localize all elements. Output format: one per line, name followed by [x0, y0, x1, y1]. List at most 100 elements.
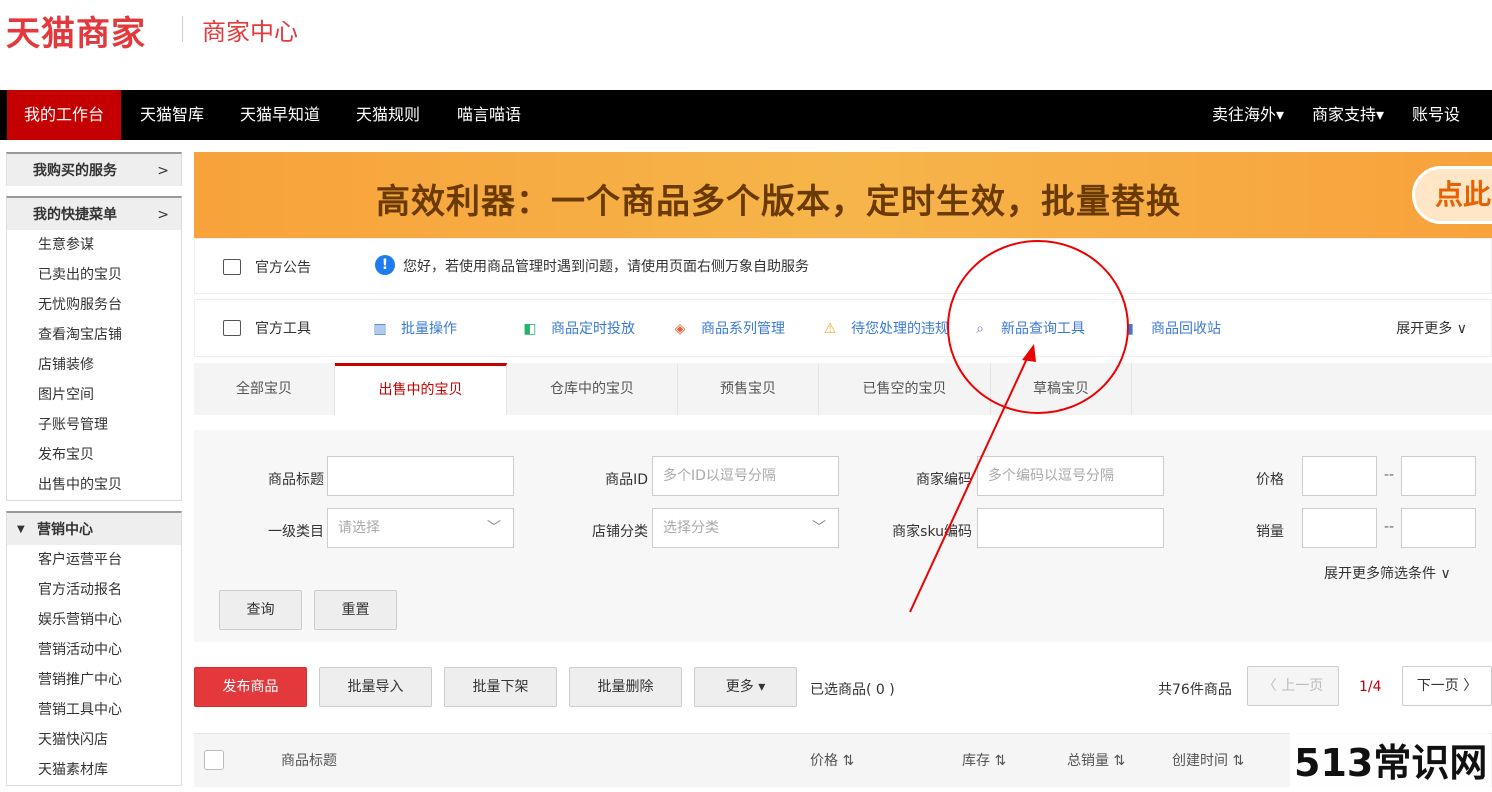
sales-min-input[interactable] [1302, 508, 1377, 548]
shop-category-select[interactable]: 选择分类 ﹀ [652, 508, 839, 548]
sidebar-item[interactable]: 已卖出的宝贝 [7, 260, 181, 290]
tab-sold-out[interactable]: 已售空的宝贝 [819, 363, 991, 415]
caret-down-icon: ▼ [17, 524, 25, 535]
id-input[interactable]: 多个ID以逗号分隔 [652, 456, 839, 496]
nav-overseas[interactable]: 卖往海外▾ [1195, 90, 1301, 140]
cube-icon: ◈ [674, 321, 686, 337]
filter-panel: 商品标题 商品ID 多个ID以逗号分隔 商家编码 多个编码以逗号分隔 价格 --… [194, 430, 1492, 642]
select-all-checkbox[interactable] [204, 750, 224, 770]
shop-category-label: 店铺分类 [592, 524, 648, 540]
selected-count: 已选商品( 0 ) [810, 682, 895, 698]
sidebar-item[interactable]: 店铺装修 [7, 350, 181, 380]
tool-recycle-bin[interactable]: ▮ 商品回收站 [1123, 318, 1221, 338]
col-title: 商品标题 [281, 753, 337, 769]
product-tabs: 全部宝贝 出售中的宝贝 仓库中的宝贝 预售宝贝 已售空的宝贝 草稿宝贝 [194, 363, 1492, 415]
tab-all[interactable]: 全部宝贝 [194, 363, 335, 415]
range-dash: -- [1384, 519, 1395, 535]
tool-label: 待您处理的违规 [851, 321, 949, 337]
tab-presale[interactable]: 预售宝贝 [678, 363, 819, 415]
expand-more-filters[interactable]: 展开更多筛选条件 ∨ [1324, 563, 1451, 583]
sidebar-quick-menu[interactable]: 我的快捷菜单 > [6, 196, 182, 230]
sidebar-item[interactable]: 无忧购服务台 [7, 290, 181, 320]
nav-workbench[interactable]: 我的工作台 [7, 90, 122, 140]
sidebar-item[interactable]: 子账号管理 [7, 410, 181, 440]
sidebar-item[interactable]: 出售中的宝贝 [7, 470, 181, 500]
tab-draft[interactable]: 草稿宝贝 [991, 363, 1132, 415]
page-title: 商家中心 [202, 18, 298, 46]
chevron-down-icon: ﹀ [812, 520, 826, 536]
col-stock[interactable]: 库存 ⇅ [962, 750, 1006, 770]
tool-violations[interactable]: ⚠ 待您处理的违规 [823, 318, 949, 338]
nav-account-settings[interactable]: 账号设置 [1395, 90, 1492, 174]
sidebar-item[interactable]: 营销活动中心 [7, 635, 181, 665]
sidebar-head-label: 我购买的服务 [33, 163, 117, 179]
col-total-sales[interactable]: 总销量 ⇅ [1067, 750, 1125, 770]
batch-delete-button[interactable]: 批量删除 [569, 667, 682, 707]
trash-icon: ▮ [1126, 321, 1134, 337]
tool-label: 批量操作 [401, 321, 457, 337]
sidebar-item[interactable]: 天猫素材库 [7, 755, 181, 785]
quick-menu-list: 生意参谋 已卖出的宝贝 无忧购服务台 查看淘宝店铺 店铺装修 图片空间 子账号管… [6, 230, 182, 501]
sidebar-item[interactable]: 图片空间 [7, 380, 181, 410]
notice-text[interactable]: 您好，若使用商品管理时遇到问题，请使用页面右侧万象自助服务 [403, 256, 809, 276]
nav-zhiku[interactable]: 天猫智库 [123, 90, 221, 140]
sidebar-item[interactable]: 生意参谋 [7, 230, 181, 260]
tool-batch-ops[interactable]: ▥ 批量操作 [373, 318, 457, 338]
top-header: 天猫商家 商家中心 [0, 0, 1492, 90]
tool-new-product-query[interactable]: ⌕ 新品查询工具 [973, 318, 1085, 338]
tool-series-manage[interactable]: ◈ 商品系列管理 [673, 318, 785, 338]
search-button[interactable]: 查询 [219, 590, 302, 630]
banner-button[interactable]: 点此 [1412, 166, 1492, 224]
tmall-logo[interactable]: 天猫商家 [6, 6, 146, 55]
title-input[interactable] [327, 456, 514, 496]
col-created-time[interactable]: 创建时间 ⇅ [1172, 750, 1244, 770]
sidebar-item[interactable]: 官方活动报名 [7, 575, 181, 605]
tab-warehouse[interactable]: 仓库中的宝贝 [507, 363, 678, 415]
tab-on-sale[interactable]: 出售中的宝贝 [335, 363, 507, 415]
more-actions-button[interactable]: 更多 ▾ [694, 667, 797, 707]
category-placeholder: 请选择 [338, 520, 380, 536]
total-count: 共76件商品 [1158, 682, 1232, 698]
tool-scheduled-listing[interactable]: ◧ 商品定时投放 [523, 318, 635, 338]
expand-more-tools[interactable]: 展开更多 ∨ [1396, 318, 1467, 338]
sidebar-item[interactable]: 客户运营平台 [7, 545, 181, 575]
publish-product-button[interactable]: 发布商品 [194, 667, 307, 707]
sidebar-item[interactable]: 天猫快闪店 [7, 725, 181, 755]
code-input[interactable]: 多个编码以逗号分隔 [977, 456, 1164, 496]
category-select[interactable]: 请选择 ﹀ [327, 508, 514, 548]
code-label: 商家编码 [916, 472, 972, 488]
nav-zaozhidao[interactable]: 天猫早知道 [223, 90, 337, 140]
next-page-button[interactable]: 下一页 〉 [1402, 666, 1492, 706]
price-max-input[interactable] [1401, 456, 1476, 496]
sidebar: 我购买的服务 > 我的快捷菜单 > 生意参谋 已卖出的宝贝 无忧购服务台 查看淘… [6, 152, 182, 792]
sidebar-item[interactable]: 营销工具中心 [7, 695, 181, 725]
sidebar-purchased-services[interactable]: 我购买的服务 > [6, 152, 182, 186]
sidebar-item[interactable]: 发布宝贝 [7, 440, 181, 470]
sidebar-item[interactable]: 营销推广中心 [7, 665, 181, 695]
range-dash: -- [1384, 467, 1395, 483]
sidebar-item[interactable]: 查看淘宝店铺 [7, 320, 181, 350]
edit-icon [223, 259, 241, 275]
nav-rules[interactable]: 天猫规则 [339, 90, 437, 140]
sales-max-input[interactable] [1401, 508, 1476, 548]
category-label: 一级类目 [268, 524, 324, 540]
info-icon: ! [375, 255, 395, 275]
prev-page-button[interactable]: 〈 上一页 [1247, 666, 1339, 706]
search-icon: ⌕ [976, 321, 984, 337]
chevron-right-icon: > [157, 163, 169, 179]
sidebar-item[interactable]: 娱乐营销中心 [7, 605, 181, 635]
batch-delist-button[interactable]: 批量下架 [444, 667, 557, 707]
copy-icon: ◧ [523, 321, 537, 337]
col-price[interactable]: 价格 ⇅ [810, 750, 854, 770]
nav-miaoyan[interactable]: 喵言喵语 [440, 90, 538, 140]
sidebar-marketing-center[interactable]: ▼ 营销中心 [6, 511, 182, 545]
main-nav: 我的工作台 天猫智库 天猫早知道 天猫规则 喵言喵语 卖往海外▾ 商家支持▾ 账… [0, 90, 1492, 174]
promo-banner[interactable]: 高效利器：一个商品多个版本，定时生效，批量替换 点此 [194, 152, 1492, 238]
sku-input[interactable] [977, 508, 1164, 548]
price-min-input[interactable] [1302, 456, 1377, 496]
batch-import-button[interactable]: 批量导入 [319, 667, 432, 707]
reset-button[interactable]: 重置 [314, 590, 397, 630]
nav-support[interactable]: 商家支持▾ [1295, 90, 1401, 140]
sidebar-head-label: 营销中心 [37, 522, 93, 538]
edit-icon [223, 320, 241, 336]
